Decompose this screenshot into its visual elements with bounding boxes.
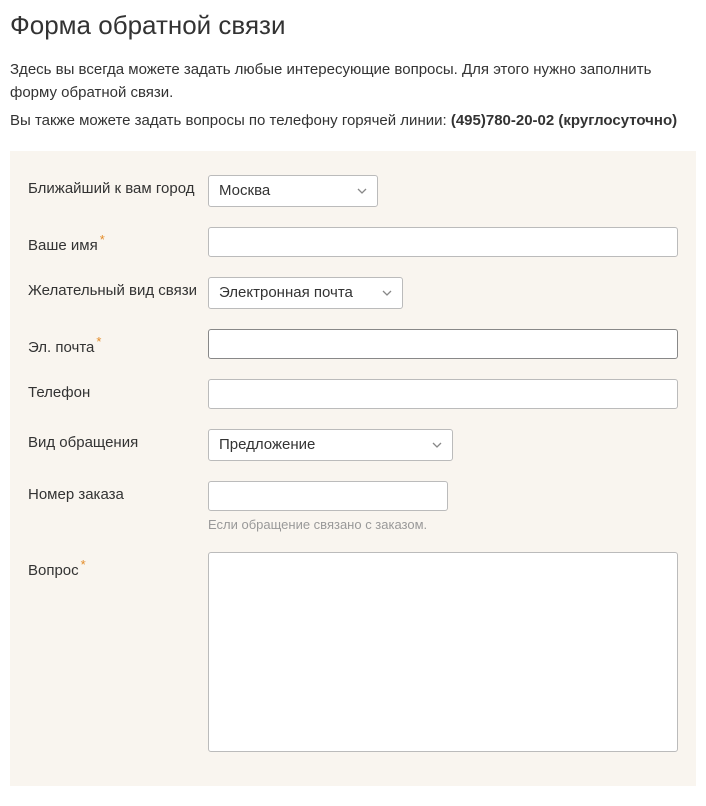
label-order: Номер заказа bbox=[28, 481, 208, 505]
intro-text-1: Здесь вы всегда можете задать любые инте… bbox=[10, 59, 696, 104]
contact-method-value: Электронная почта bbox=[219, 284, 353, 301]
name-input[interactable] bbox=[208, 227, 678, 257]
row-request-type: Вид обращения Предложение bbox=[28, 429, 678, 461]
field-request-type: Предложение bbox=[208, 429, 678, 461]
required-mark: * bbox=[96, 334, 101, 349]
feedback-page: Форма обратной связи Здесь вы всегда мож… bbox=[0, 0, 706, 806]
row-question: Вопрос* bbox=[28, 552, 678, 756]
contact-method-select[interactable]: Электронная почта bbox=[208, 277, 403, 309]
label-contact-method: Желательный вид связи bbox=[28, 277, 208, 301]
row-contact-method: Желательный вид связи Электронная почта bbox=[28, 277, 678, 309]
field-order: Если обращение связано с заказом. bbox=[208, 481, 678, 532]
phone-input[interactable] bbox=[208, 379, 678, 409]
intro-text-2: Вы также можете задать вопросы по телефо… bbox=[10, 110, 696, 133]
chevron-down-icon bbox=[382, 288, 392, 298]
row-email: Эл. почта* bbox=[28, 329, 678, 359]
label-question: Вопрос* bbox=[28, 552, 208, 581]
question-textarea[interactable] bbox=[208, 552, 678, 752]
field-name bbox=[208, 227, 678, 257]
label-phone: Телефон bbox=[28, 379, 208, 403]
city-select-value: Москва bbox=[219, 182, 270, 199]
chevron-down-icon bbox=[432, 440, 442, 450]
label-name: Ваше имя* bbox=[28, 227, 208, 256]
label-city: Ближайший к вам город bbox=[28, 175, 208, 199]
intro-text-2-prefix: Вы также можете задать вопросы по телефо… bbox=[10, 112, 451, 129]
row-city: Ближайший к вам город Москва bbox=[28, 175, 678, 207]
required-mark: * bbox=[100, 232, 105, 247]
request-type-value: Предложение bbox=[219, 436, 315, 453]
field-question bbox=[208, 552, 678, 756]
required-mark: * bbox=[81, 557, 86, 572]
email-input[interactable] bbox=[208, 329, 678, 359]
chevron-down-icon bbox=[357, 186, 367, 196]
page-title: Форма обратной связи bbox=[10, 10, 696, 41]
label-request-type: Вид обращения bbox=[28, 429, 208, 453]
field-city: Москва bbox=[208, 175, 678, 207]
order-input[interactable] bbox=[208, 481, 448, 511]
feedback-form: Ближайший к вам город Москва Ваше имя* Ж… bbox=[10, 151, 696, 786]
label-email: Эл. почта* bbox=[28, 329, 208, 358]
hotline-phone: (495)780-20-02 (круглосуточно) bbox=[451, 112, 677, 129]
field-phone bbox=[208, 379, 678, 409]
row-phone: Телефон bbox=[28, 379, 678, 409]
order-hint: Если обращение связано с заказом. bbox=[208, 517, 678, 532]
request-type-select[interactable]: Предложение bbox=[208, 429, 453, 461]
field-email bbox=[208, 329, 678, 359]
city-select[interactable]: Москва bbox=[208, 175, 378, 207]
row-name: Ваше имя* bbox=[28, 227, 678, 257]
field-contact-method: Электронная почта bbox=[208, 277, 678, 309]
row-order: Номер заказа Если обращение связано с за… bbox=[28, 481, 678, 532]
